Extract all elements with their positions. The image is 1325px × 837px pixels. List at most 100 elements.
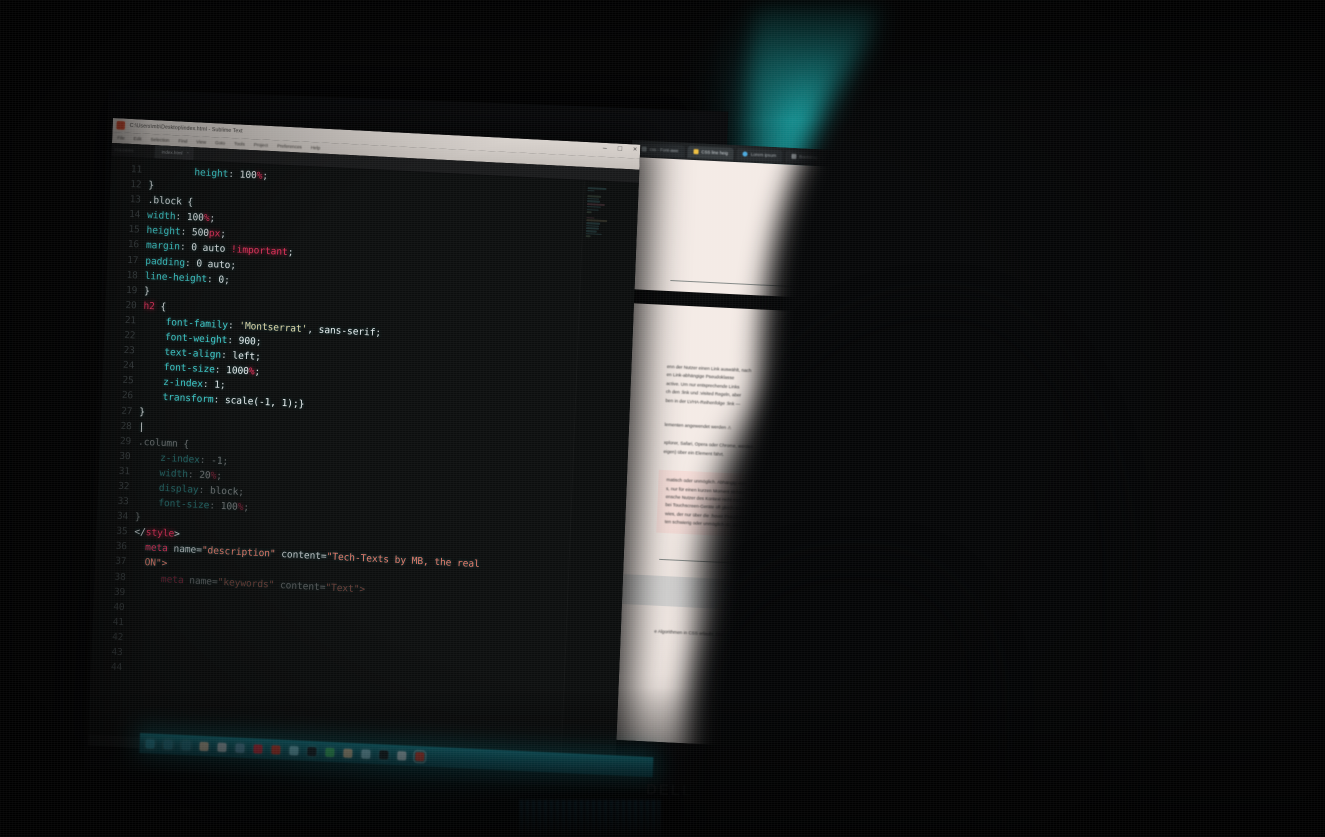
edge-icon[interactable] bbox=[289, 745, 299, 755]
code-token: , bbox=[307, 324, 319, 336]
photoshop-icon[interactable] bbox=[253, 743, 263, 754]
monitor-brand-logo: DELL bbox=[645, 781, 694, 800]
code-token: } bbox=[148, 179, 155, 192]
code-token: ; bbox=[222, 455, 229, 468]
search-icon[interactable] bbox=[163, 739, 173, 750]
sidebar-folders-label: FOLDERS bbox=[114, 147, 134, 154]
window-controls[interactable]: – □ × bbox=[603, 145, 637, 155]
menu-item-selection[interactable]: Selection bbox=[150, 137, 169, 143]
sublime-text-window[interactable]: C:\Users\mb\Desktop\index.html - Sublime… bbox=[87, 118, 641, 773]
start-icon[interactable] bbox=[145, 738, 155, 749]
code-token: font-size bbox=[163, 362, 215, 376]
code-token: font-size bbox=[158, 497, 210, 512]
code-token: display bbox=[158, 482, 199, 496]
code-token: : bbox=[227, 320, 240, 332]
code-token: : bbox=[228, 168, 240, 181]
code-token: ; bbox=[262, 170, 269, 182]
line-number: 44 bbox=[110, 661, 123, 674]
menu-item-file[interactable]: File bbox=[117, 135, 125, 140]
code-token: name= bbox=[167, 543, 203, 557]
menu-item-tools[interactable]: Tools bbox=[234, 141, 245, 147]
code-token: </ bbox=[134, 526, 146, 539]
code-token: : bbox=[198, 484, 211, 497]
code-token: ; bbox=[255, 336, 262, 348]
code-token: ; bbox=[375, 327, 382, 339]
code-token: : bbox=[227, 335, 239, 347]
code-token: : bbox=[214, 364, 227, 377]
code-token: width bbox=[159, 467, 189, 481]
code-token: name= bbox=[183, 574, 218, 588]
code-token: "description" bbox=[201, 545, 276, 561]
code-token: ; bbox=[223, 274, 230, 286]
code-token: line-height bbox=[144, 270, 208, 285]
code-token: text-align bbox=[164, 347, 222, 361]
code-token: : bbox=[184, 257, 197, 269]
code-token: sans-serif bbox=[318, 324, 376, 339]
terminal-icon[interactable] bbox=[379, 749, 389, 760]
code-token: : bbox=[175, 211, 188, 224]
code-token: meta bbox=[144, 542, 169, 555]
code-token: : bbox=[209, 500, 221, 512]
code-token: z-index bbox=[162, 377, 204, 391]
menu-item-preferences[interactable]: Preferences bbox=[277, 143, 302, 149]
menu-item-project[interactable]: Project bbox=[254, 142, 268, 148]
sublime-text-icon[interactable] bbox=[343, 748, 353, 758]
close-button[interactable]: × bbox=[633, 146, 637, 154]
menu-item-help[interactable]: Help bbox=[311, 145, 321, 150]
code-token: > bbox=[173, 528, 180, 541]
code-token: ON"> bbox=[144, 557, 168, 570]
browser-tab[interactable]: css - Font-awe bbox=[635, 142, 685, 158]
code-token: scale(-1, 1);} bbox=[224, 395, 305, 411]
code-editor-area[interactable]: height: 100%;} .block {width: 100%; height… bbox=[126, 159, 584, 759]
minimap-row bbox=[587, 189, 595, 192]
minimize-button[interactable]: – bbox=[603, 145, 607, 153]
code-token: content= bbox=[275, 549, 327, 563]
code-token: .block { bbox=[147, 195, 194, 209]
store-icon[interactable] bbox=[235, 743, 245, 753]
code-token: content= bbox=[274, 579, 326, 593]
settings-icon[interactable] bbox=[397, 750, 407, 761]
editor-tab-index-html[interactable]: index.html × bbox=[154, 145, 194, 161]
menu-item-goto[interactable]: Goto bbox=[215, 140, 225, 146]
browser-tab-active[interactable]: CSS line heig bbox=[687, 145, 735, 160]
code-token: ; bbox=[220, 228, 227, 241]
code-token: -1 bbox=[210, 455, 223, 467]
minimap-row bbox=[586, 222, 601, 225]
minimap-row bbox=[585, 230, 597, 233]
code-token: 1000 bbox=[225, 365, 250, 378]
illustrator-icon[interactable] bbox=[271, 744, 281, 755]
photo-scene: css - Font-awe CSS line heig Lorem ipsum… bbox=[0, 0, 1325, 837]
menu-item-edit[interactable]: Edit bbox=[133, 136, 141, 141]
minimap-row bbox=[586, 211, 592, 214]
code-token: block bbox=[209, 485, 239, 498]
code-token: 'Montserrat' bbox=[239, 320, 308, 336]
task-view-icon[interactable] bbox=[181, 740, 191, 750]
file-explorer-icon[interactable] bbox=[199, 741, 209, 751]
code-token: { bbox=[154, 301, 167, 313]
spotify-icon[interactable] bbox=[325, 747, 335, 757]
chrome-icon[interactable] bbox=[307, 746, 317, 756]
minimap-row bbox=[586, 205, 602, 209]
code-token: } bbox=[143, 285, 150, 297]
code-token: ; bbox=[219, 380, 226, 392]
code-token: } bbox=[134, 511, 141, 524]
code-token: padding bbox=[145, 255, 186, 269]
maximize-button[interactable]: □ bbox=[618, 146, 623, 154]
browser-tab[interactable]: Lorem ipsum bbox=[736, 147, 783, 162]
close-icon[interactable]: × bbox=[187, 150, 190, 155]
sidebar-folders-header[interactable]: FOLDERS bbox=[111, 142, 155, 159]
firefox-icon[interactable] bbox=[361, 748, 371, 759]
code-token: h2 bbox=[143, 300, 156, 313]
menu-item-view[interactable]: View bbox=[196, 139, 206, 144]
sublime-text-icon bbox=[116, 121, 125, 130]
code-token: 500 bbox=[191, 227, 210, 240]
code-token: style bbox=[145, 527, 175, 540]
menu-item-find[interactable]: Find bbox=[178, 138, 187, 143]
mail-icon[interactable] bbox=[217, 742, 227, 752]
